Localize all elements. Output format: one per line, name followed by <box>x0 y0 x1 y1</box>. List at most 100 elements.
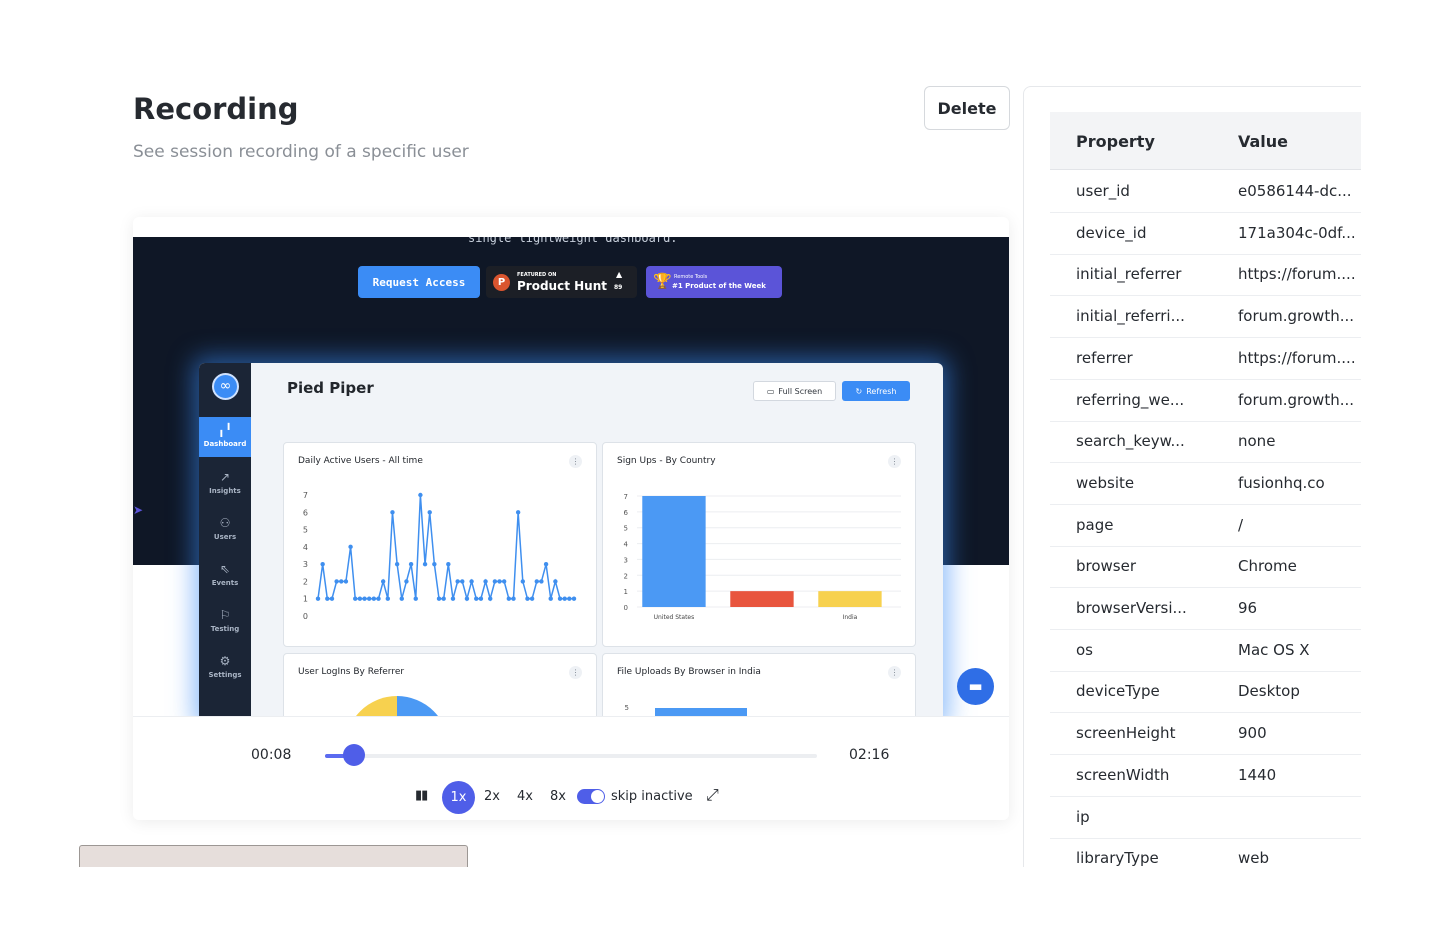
monitor-icon: ▭ <box>766 386 775 396</box>
product-hunt-badge: P FEATURED ON Product Hunt ▲ 89 <box>486 266 637 298</box>
recording-viewport[interactable]: single lightweight dashboard. Request Ac… <box>133 237 1009 716</box>
speed-2x-button[interactable]: 2x <box>484 789 500 804</box>
bottom-panel <box>79 845 468 867</box>
data-point <box>483 579 488 584</box>
y-tick-label: 5 <box>625 704 629 712</box>
property-key: referrer <box>1076 348 1133 367</box>
table-row: page / <box>1050 505 1361 547</box>
skip-inactive-toggle[interactable] <box>577 789 605 804</box>
y-tick-label: 1 <box>303 595 308 604</box>
link-logo-icon: ∞ <box>212 373 239 400</box>
y-tick-label: 3 <box>303 560 308 569</box>
speed-8x-button[interactable]: 8x <box>550 789 566 804</box>
cursor-icon: ➤ <box>133 503 144 517</box>
pause-icon[interactable]: ▮▮ <box>415 788 428 803</box>
data-point <box>539 579 544 584</box>
data-point <box>367 596 372 601</box>
property-value: Desktop <box>1238 682 1300 701</box>
seek-handle[interactable] <box>343 744 366 766</box>
embedded-dashboard: ∞ ╻╹ Dashboard ↗ Insights ⚇ Users ⇖ Events ⚐… <box>199 363 943 716</box>
data-point <box>511 596 516 601</box>
property-value: 96 <box>1238 599 1258 617</box>
property-value: fusionhq.co <box>1238 473 1325 492</box>
x-tick-label: India <box>843 614 858 621</box>
property-key: screenWidth <box>1076 765 1170 784</box>
bar-chart-icon: ╻╹ <box>217 423 233 437</box>
data-point <box>567 596 572 601</box>
speed-1x-button[interactable]: 1x <box>442 781 475 814</box>
bar <box>818 591 882 607</box>
nav-settings: ⚙ Settings <box>199 648 251 688</box>
data-point <box>394 561 400 567</box>
nav-label: Dashboard <box>203 440 247 448</box>
fullscreen-expand-icon[interactable]: ⤢ <box>706 785 719 805</box>
delete-button[interactable]: Delete <box>924 86 1010 130</box>
property-key: device_id <box>1076 223 1147 242</box>
y-tick-label: 6 <box>303 508 308 517</box>
recording-player: single lightweight dashboard. Request Ac… <box>133 217 1009 820</box>
users-icon: ⚇ <box>219 516 231 530</box>
property-value: 1440 <box>1238 765 1277 784</box>
header-value: Value <box>1238 132 1289 151</box>
data-point <box>525 596 530 601</box>
data-point <box>339 579 344 584</box>
speed-4x-button[interactable]: 4x <box>517 789 533 804</box>
product-hunt-icon: P <box>493 274 510 291</box>
data-point <box>553 579 558 584</box>
nav-label: Testing <box>210 625 240 633</box>
y-tick-label: 7 <box>303 491 308 500</box>
data-point <box>353 596 358 601</box>
data-point <box>478 596 484 601</box>
data-point <box>380 579 386 584</box>
nav-dashboard: ╻╹ Dashboard <box>199 417 251 457</box>
data-point <box>488 596 493 601</box>
table-row: device_id 171a304c-0df... <box>1050 213 1361 255</box>
table-row: deviceType Desktop <box>1050 671 1361 714</box>
data-point <box>432 561 437 567</box>
table-row: os Mac OS X <box>1050 630 1361 672</box>
data-point <box>515 510 521 515</box>
data-point <box>450 596 456 601</box>
seek-bar[interactable] <box>325 754 817 758</box>
property-value: web <box>1238 849 1270 867</box>
property-value: Mac OS X <box>1238 640 1310 659</box>
data-point <box>529 596 535 601</box>
property-key: screenHeight <box>1076 724 1176 743</box>
table-row: libraryType web <box>1050 838 1361 867</box>
nav-events: ⇖ Events <box>199 556 251 596</box>
dashboard-title: Pied Piper <box>287 379 374 397</box>
more-icon: ⋮ <box>569 666 582 679</box>
property-key: libraryType <box>1076 849 1159 867</box>
data-point <box>543 561 549 567</box>
y-tick-label: 4 <box>303 543 308 552</box>
property-key: referring_we... <box>1076 390 1185 409</box>
y-tick-label: 2 <box>624 572 628 580</box>
widget-uploads-by-browser: 5 File Uploads By Browser in India ⋮ <box>602 653 916 716</box>
data-point <box>446 561 451 567</box>
property-value: / <box>1238 515 1244 534</box>
data-point <box>315 596 321 601</box>
property-key: browser <box>1076 557 1137 576</box>
table-row: screenHeight 900 <box>1050 713 1361 756</box>
page-subtitle: See session recording of a specific user <box>133 142 469 162</box>
nav-testing: ⚐ Testing <box>199 602 251 642</box>
property-key: initial_referri... <box>1076 307 1185 326</box>
data-point <box>534 579 539 584</box>
nav-label: Settings <box>208 671 242 679</box>
bar <box>730 591 794 607</box>
data-point <box>371 596 377 601</box>
data-point <box>418 492 423 498</box>
toggle-knob <box>591 790 604 803</box>
more-icon: ⋮ <box>569 455 582 468</box>
data-point <box>460 579 465 584</box>
nav-users: ⚇ Users <box>199 510 251 550</box>
total-time: 02:16 <box>849 747 890 763</box>
properties-table-header: Property Value <box>1050 112 1361 170</box>
data-point <box>464 596 470 601</box>
more-icon: ⋮ <box>888 455 901 468</box>
property-value: 900 <box>1238 724 1267 743</box>
data-point <box>390 510 395 515</box>
y-tick-label: 4 <box>624 541 629 549</box>
data-point <box>334 579 339 584</box>
data-point <box>385 596 391 601</box>
